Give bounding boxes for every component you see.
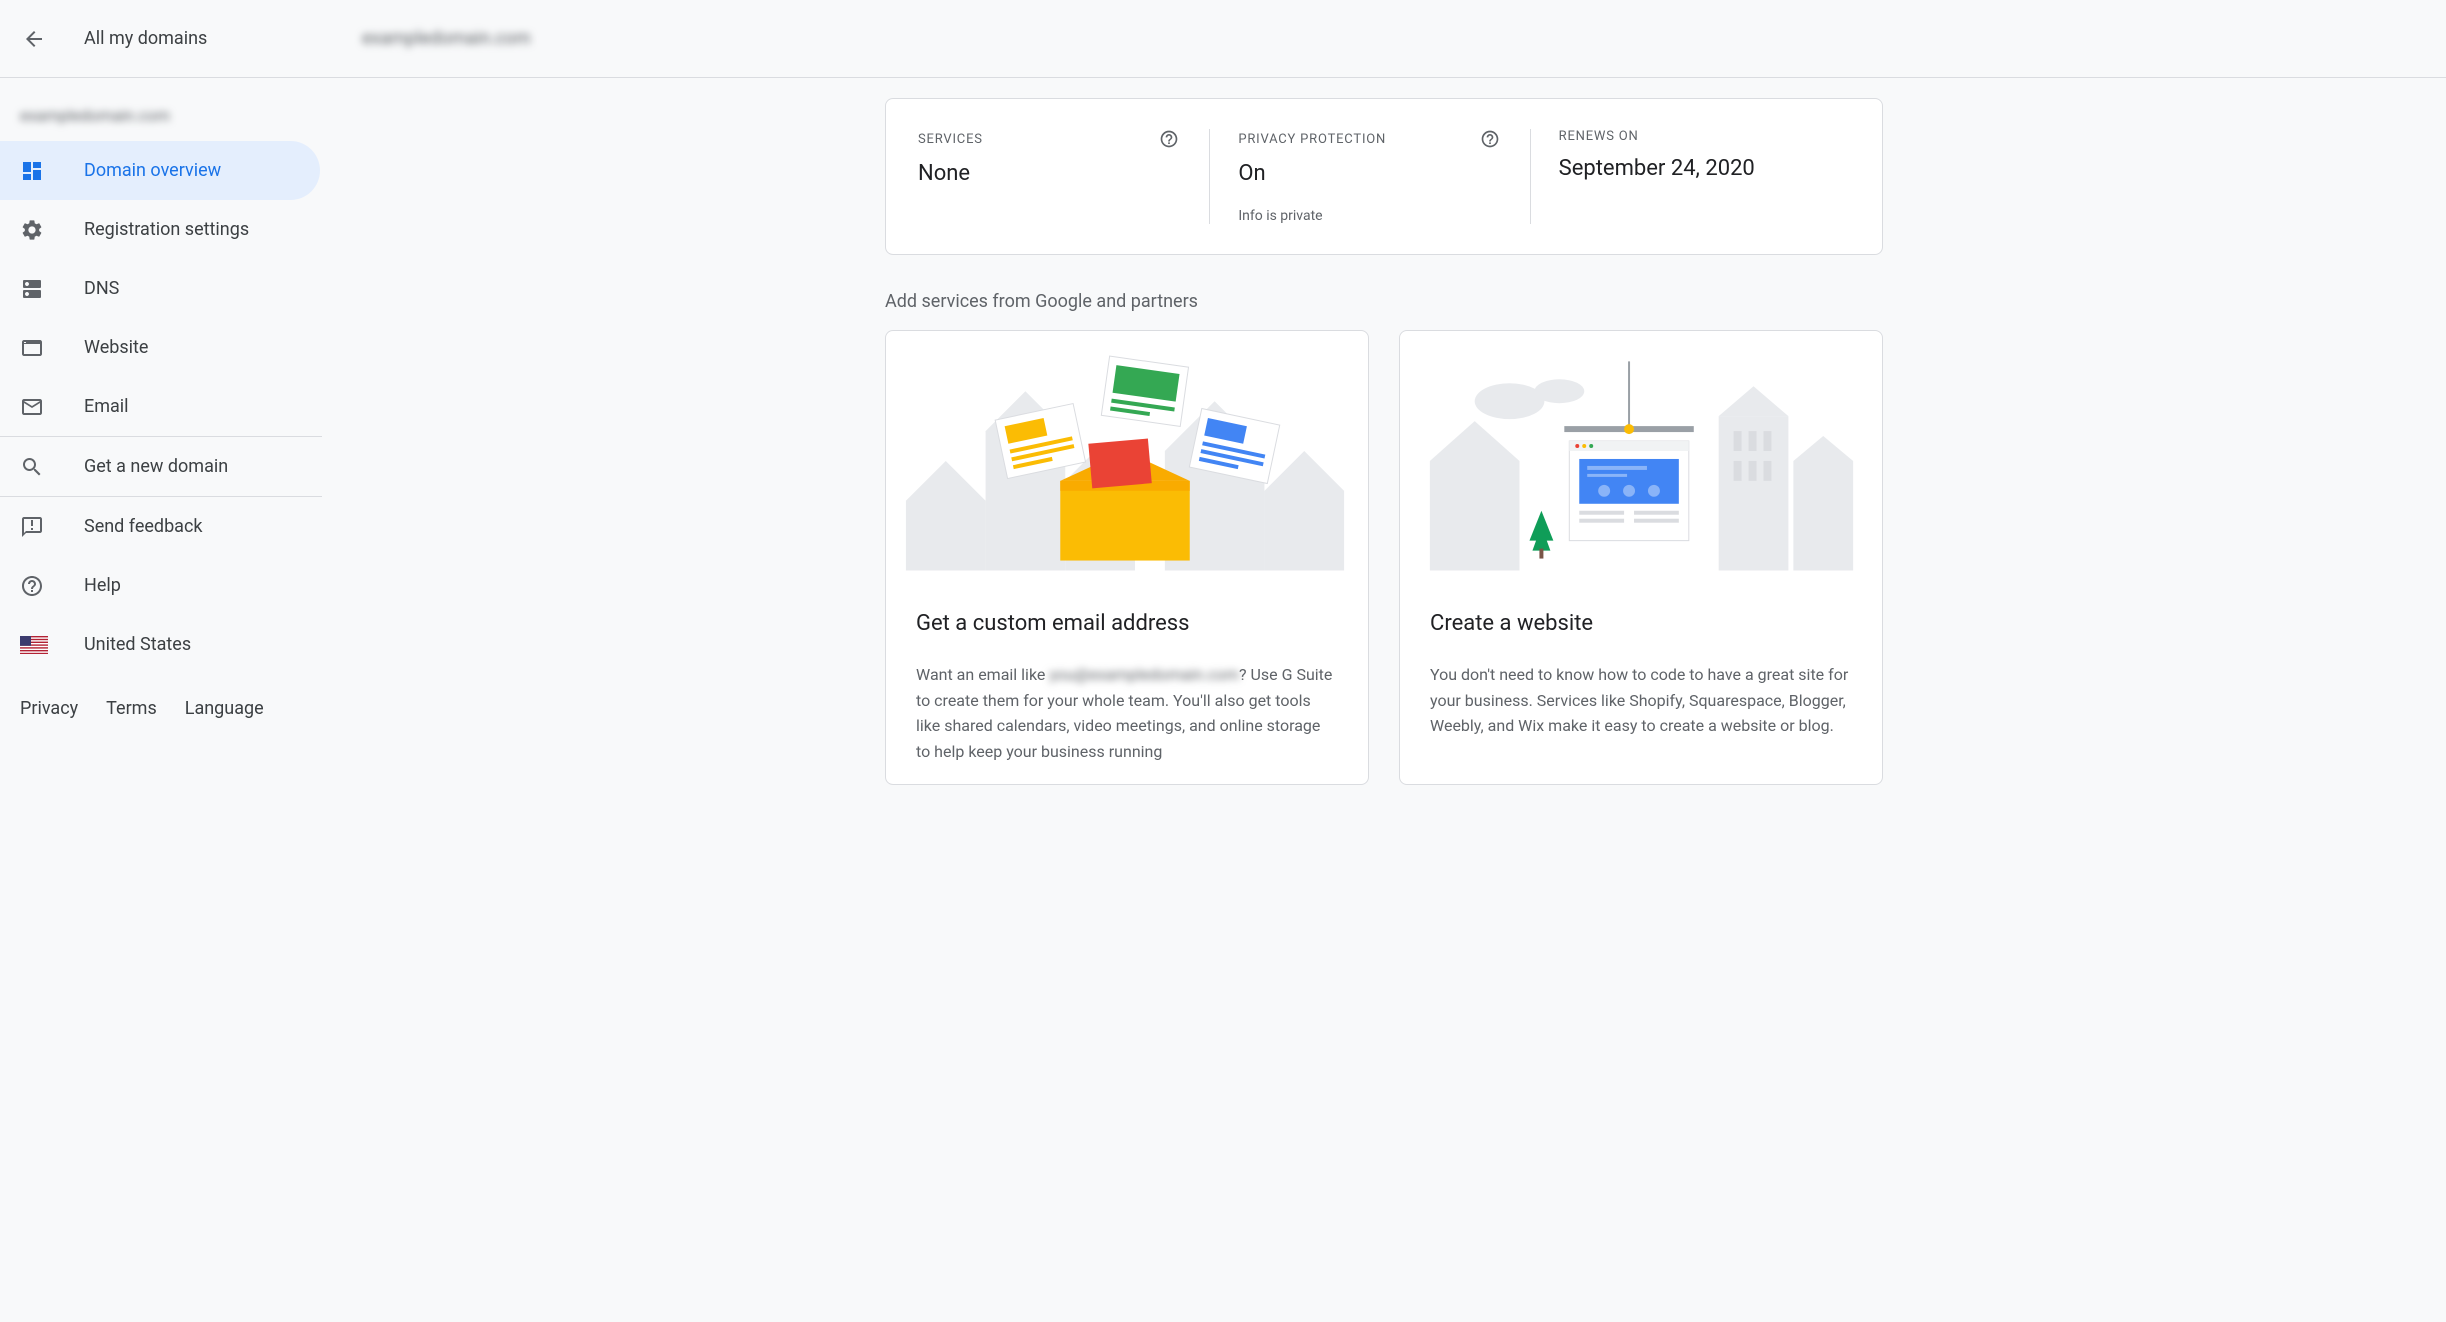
sidebar-item-label: DNS: [84, 278, 119, 299]
sidebar-item-registration-settings[interactable]: Registration settings: [0, 200, 320, 259]
email-illustration: [886, 331, 1368, 571]
sidebar-item-get-domain[interactable]: Get a new domain: [0, 437, 320, 496]
service-card-title: Create a website: [1430, 611, 1852, 636]
search-icon: [20, 455, 44, 479]
service-card-email[interactable]: Get a custom email address Want an email…: [885, 330, 1369, 785]
header-left: All my domains: [0, 27, 322, 51]
gear-icon: [20, 218, 44, 242]
sidebar-item-label: Get a new domain: [84, 456, 228, 477]
status-services: SERVICES None: [918, 129, 1210, 224]
feedback-icon: [20, 515, 44, 539]
service-card-description: Want an email like you@exampledomain.com…: [916, 662, 1338, 764]
sidebar-item-label: Send feedback: [84, 516, 203, 537]
sidebar-item-label: Email: [84, 396, 129, 417]
status-renews-label: RENEWS ON: [1559, 129, 1639, 144]
sidebar-domain-name: exampledomain.com: [0, 96, 322, 141]
help-icon[interactable]: [1159, 129, 1179, 149]
sidebar-item-label: Help: [84, 575, 121, 596]
sidebar-item-domain-overview[interactable]: Domain overview: [0, 141, 320, 200]
back-arrow-icon[interactable]: [22, 27, 46, 51]
help-icon[interactable]: [1480, 129, 1500, 149]
dns-icon: [20, 277, 44, 301]
dashboard-icon: [20, 159, 44, 183]
service-card-description: You don't need to know how to code to ha…: [1430, 662, 1852, 739]
status-renews: RENEWS ON September 24, 2020: [1531, 129, 1850, 224]
footer-language-link[interactable]: Language: [185, 698, 264, 719]
service-cards: Get a custom email address Want an email…: [885, 330, 1883, 785]
sidebar-item-label: Website: [84, 337, 148, 358]
flag-us-icon: [20, 636, 48, 654]
help-icon: [20, 574, 44, 598]
sidebar-item-help[interactable]: Help: [0, 556, 320, 615]
header: All my domains exampledomain.com: [0, 0, 2446, 78]
header-domain-name: exampledomain.com: [362, 28, 531, 49]
sidebar-item-email[interactable]: Email: [0, 377, 320, 436]
status-services-value: None: [918, 161, 1179, 186]
website-icon: [20, 336, 44, 360]
sidebar-item-locale[interactable]: United States: [0, 615, 320, 674]
email-icon: [20, 395, 44, 419]
email-desc-blur: you@exampledomain.com: [1049, 665, 1239, 684]
sidebar-item-label: Domain overview: [84, 160, 221, 181]
status-privacy: PRIVACY PROTECTION On Info is private: [1210, 129, 1530, 224]
website-illustration: [1400, 331, 1882, 571]
status-renews-value: September 24, 2020: [1559, 156, 1820, 181]
service-card-title: Get a custom email address: [916, 611, 1338, 636]
sidebar-item-send-feedback[interactable]: Send feedback: [0, 497, 320, 556]
sidebar: exampledomain.com Domain overview Regist…: [0, 78, 322, 805]
sidebar-item-website[interactable]: Website: [0, 318, 320, 377]
status-privacy-sub: Info is private: [1238, 208, 1499, 224]
status-privacy-value: On: [1238, 161, 1499, 186]
status-privacy-label: PRIVACY PROTECTION: [1238, 132, 1386, 147]
all-domains-link[interactable]: All my domains: [84, 28, 207, 49]
sidebar-item-label: Registration settings: [84, 219, 249, 240]
status-services-label: SERVICES: [918, 132, 983, 147]
footer-terms-link[interactable]: Terms: [106, 698, 157, 719]
sidebar-item-dns[interactable]: DNS: [0, 259, 320, 318]
status-card: SERVICES None PRIVACY PROTECTION On Info…: [885, 98, 1883, 255]
email-desc-pre: Want an email like: [916, 665, 1049, 684]
services-heading: Add services from Google and partners: [885, 291, 1883, 312]
sidebar-item-label: United States: [84, 634, 191, 655]
main-content: SERVICES None PRIVACY PROTECTION On Info…: [322, 78, 2446, 805]
header-main: exampledomain.com: [322, 28, 531, 49]
service-card-website[interactable]: Create a website You don't need to know …: [1399, 330, 1883, 785]
footer-links: Privacy Terms Language: [0, 674, 322, 743]
footer-privacy-link[interactable]: Privacy: [20, 698, 78, 719]
